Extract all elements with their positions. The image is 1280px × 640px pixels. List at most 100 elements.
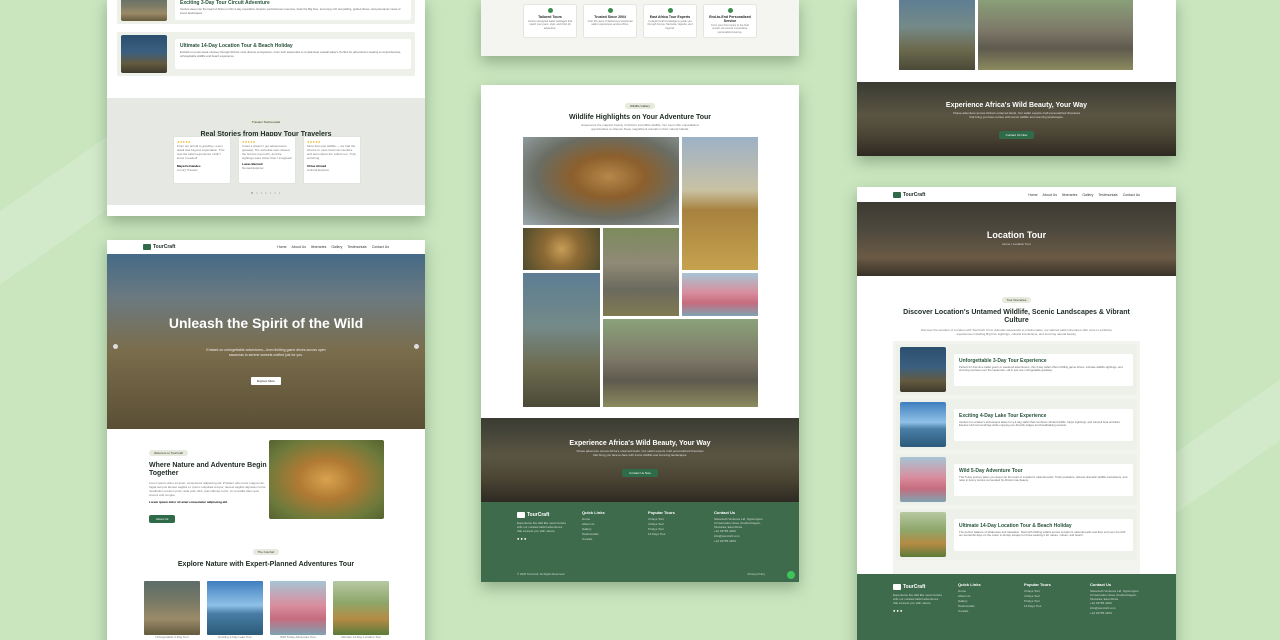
site-footer: TourCraft Experience the wild like never…: [857, 574, 1176, 640]
section-title: Explore Nature with Expert-Planned Adven…: [177, 561, 355, 568]
carousel-dots[interactable]: ● • • • • • •: [107, 190, 425, 195]
testimonials-section: Traveler Testimonials Real Stories from …: [107, 98, 425, 205]
cta-banner: Experience Africa's Wild Beauty, Your Wa…: [857, 82, 1176, 156]
review-card: ★★★★★ From our arrival to goodbye, every…: [173, 136, 231, 184]
footer-phone[interactable]: +12 34756 4220: [714, 539, 770, 544]
nav-testimonials[interactable]: Testimonials: [347, 245, 366, 249]
elephant-family-photo[interactable]: [603, 228, 679, 316]
footer-col-title: Quick Links: [582, 510, 605, 515]
mockup-cta: Experience Africa's Wild Beauty, Your Wa…: [857, 0, 1176, 156]
tour-title: Wild 5-Day Adventure Tour: [959, 467, 1023, 474]
hero-description: Embark on unforgettable adventures—from …: [206, 348, 326, 357]
nav-contact[interactable]: Contact Us: [1123, 193, 1140, 197]
brand-logo[interactable]: TourCraft: [143, 244, 175, 250]
nav-home[interactable]: Home: [1028, 193, 1037, 197]
footer-link[interactable]: Contact: [958, 609, 981, 614]
about-description: Lorem ipsum dolor sit amet, consectetur …: [149, 481, 267, 497]
tour-description: Venture deep into the heart of Africa on…: [180, 7, 401, 15]
hero-prev-arrow[interactable]: [113, 344, 118, 349]
tour-thumb-title: Ultimate 14-Day Location Tour: [340, 635, 382, 639]
leopard-photo[interactable]: [523, 228, 600, 270]
check-icon: [547, 8, 553, 13]
tour-card[interactable]: Exciting 3-Day Tour Circuit Adventure Ve…: [117, 0, 415, 24]
tour-thumb-card[interactable]: Ultimate 14-Day Location Tour: [333, 581, 389, 639]
reviewer-role: Nomad Explorer: [242, 166, 264, 170]
footer-about: Experience the wild like never before wi…: [517, 521, 567, 533]
tour-thumbnail: [900, 457, 946, 502]
nav-about[interactable]: About Us: [1043, 193, 1057, 197]
social-icons[interactable]: ● ● ●: [893, 608, 943, 613]
about-button[interactable]: About Us: [149, 515, 176, 523]
gallery-grid: [523, 137, 758, 407]
review-card: ★★★★★ More than just wildlife — we had t…: [303, 136, 361, 184]
footer-link[interactable]: Contact: [582, 537, 605, 542]
tree-logo-icon: [517, 512, 525, 518]
footer-logo[interactable]: TourCraft: [893, 584, 943, 590]
cta-banner: Experience Africa's Wild Beauty, Your Wa…: [481, 418, 799, 502]
footer-link[interactable]: 14 Days Tour: [648, 532, 675, 537]
social-icons[interactable]: ● ● ●: [517, 536, 567, 541]
feature-card: Tailored Tours Custom-designed safari pa…: [523, 4, 577, 38]
site-header: TourCraft Home About Us Itineraries Gall…: [107, 240, 425, 254]
tour-thumbnail: [121, 0, 167, 21]
site-footer: TourCraft Experience the wild like never…: [481, 502, 799, 582]
tour-thumb-card[interactable]: Unforgettable 3-Day Tour: [144, 581, 200, 639]
elephant-photo[interactable]: [978, 0, 1133, 70]
tour-description: Venture to Location's picturesque lakes …: [959, 419, 1121, 427]
hero-explore-button[interactable]: Explore More: [251, 377, 281, 385]
cheetah-image: [269, 440, 384, 519]
tour-card[interactable]: Ultimate 14-Day Location Tour & Beach Ho…: [896, 509, 1137, 560]
tour-description: Embark on a two-week odyssey through Afr…: [180, 50, 402, 58]
feature-description: Over 20 years of delivering exceptional …: [587, 20, 633, 27]
nav-gallery[interactable]: Gallery: [1082, 193, 1093, 197]
section-badge: Wildlife Gallery: [624, 103, 655, 109]
main-nav: Home About Us Itineraries Gallery Testim…: [1023, 193, 1140, 197]
section-description: Discover the wonders of Location with To…: [921, 328, 1112, 336]
whatsapp-icon[interactable]: [787, 571, 795, 579]
tour-thumb-card[interactable]: Exciting 4-Day Lake Tour: [207, 581, 263, 639]
tour-thumbnail: [333, 581, 389, 635]
tour-thumb-title: Unforgettable 3-Day Tour: [155, 635, 189, 639]
reviewer-role: Cultural Explorer: [307, 168, 330, 172]
feature-card: Trusted Since 2004 Over 20 years of deli…: [583, 4, 637, 38]
brand-logo[interactable]: TourCraft: [893, 191, 925, 198]
privacy-link[interactable]: Privacy Policy: [748, 572, 765, 576]
nav-testimonials[interactable]: Testimonials: [1098, 193, 1117, 197]
flamingo-photo[interactable]: [682, 273, 758, 316]
hero-next-arrow[interactable]: [414, 344, 419, 349]
footer-phone[interactable]: +12 34756 4220: [1090, 611, 1146, 616]
nav-contact[interactable]: Contact Us: [372, 245, 389, 249]
tour-card[interactable]: Wild 5-Day Adventure Tour This 5-day jou…: [896, 454, 1137, 505]
about-title: Where Nature and Adventure Begin Togethe…: [149, 462, 267, 477]
hero-title: Unleash the Spirit of the Wild: [168, 315, 364, 331]
breadcrumb[interactable]: Home | Location Tour: [857, 242, 1176, 246]
elephant-photo[interactable]: [603, 319, 758, 407]
nav-itineraries[interactable]: Itineraries: [1062, 193, 1077, 197]
lion-photo[interactable]: [523, 137, 679, 225]
tour-card[interactable]: Exciting 4-Day Lake Tour Experience Vent…: [896, 399, 1137, 450]
crocodile-photo[interactable]: [899, 0, 975, 70]
gallery-title: Wildlife Highlights on Your Adventure To…: [568, 114, 711, 121]
nav-itineraries[interactable]: Itineraries: [311, 245, 326, 249]
nav-gallery[interactable]: Gallery: [331, 245, 342, 249]
feature-description: In-depth local knowledge to guide you th…: [647, 20, 693, 30]
giraffe-photo[interactable]: [682, 137, 758, 270]
nav-home[interactable]: Home: [277, 245, 286, 249]
tour-description: The perfect balance of wilderness and re…: [959, 529, 1126, 537]
tour-thumb-title: Wild 5-Day Adventure Tour: [280, 635, 316, 639]
feature-card: East Africa Tour Experts In-depth local …: [643, 4, 697, 38]
footer-col-title: Popular Tours: [648, 510, 675, 515]
section-title: Discover Location's Untamed Wildlife, Sc…: [903, 309, 1130, 324]
nav-about[interactable]: About Us: [292, 245, 306, 249]
tour-card[interactable]: Ultimate 14-Day Location Tour & Beach Ho…: [117, 32, 415, 76]
feature-card: End-to-End Personalised Service From you…: [703, 4, 757, 38]
crocodile-photo[interactable]: [523, 273, 600, 407]
cta-contact-button[interactable]: Contact Us Now: [622, 469, 658, 477]
footer-link[interactable]: 14 Days Tour: [1024, 604, 1051, 609]
footer-logo[interactable]: TourCraft: [517, 512, 567, 518]
hero-banner: Unleash the Spirit of the Wild Embark on…: [107, 254, 425, 429]
footer-col-title: Quick Links: [958, 582, 981, 587]
cta-contact-button[interactable]: Contact Us Now: [998, 131, 1035, 139]
tour-thumb-card[interactable]: Wild 5-Day Adventure Tour: [270, 581, 326, 639]
tour-card[interactable]: Unforgettable 3-Day Tour Experience Perf…: [896, 344, 1137, 395]
